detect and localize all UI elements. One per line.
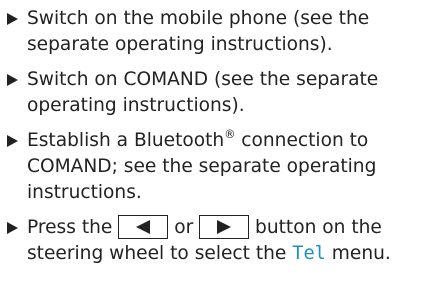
bullet-arrow-icon — [7, 67, 21, 93]
step-switch-on-phone: Switch on the mobile phone (see the sepa… — [4, 6, 422, 58]
step-text-part: menu. — [325, 243, 391, 264]
registered-mark: ® — [224, 128, 236, 142]
left-arrow-icon — [136, 220, 151, 234]
right-arrow-button-symbol — [199, 215, 250, 239]
step-text-before-mark: Establish a Bluetooth — [27, 130, 225, 151]
bullet-arrow-icon — [7, 128, 21, 154]
step-switch-on-comand: Switch on COMAND (see the separate opera… — [4, 67, 422, 119]
step-text: Switch on COMAND (see the separate opera… — [27, 69, 379, 116]
step-text: Switch on the mobile phone (see the sepa… — [27, 8, 370, 55]
step-bluetooth-connection: Establish a Bluetooth® connection to COM… — [4, 128, 422, 206]
bullet-arrow-icon — [7, 215, 21, 241]
step-text-part: or — [168, 217, 200, 238]
bullet-arrow-icon — [7, 6, 21, 32]
left-arrow-button-symbol — [118, 215, 169, 239]
step-select-tel-menu: Press the or button on the steering whee… — [4, 215, 422, 267]
tel-menu-name: Tel — [292, 243, 326, 264]
step-text-part: Press the — [27, 217, 119, 238]
right-arrow-icon — [217, 220, 232, 234]
instruction-steps: Switch on the mobile phone (see the sepa… — [4, 6, 422, 276]
